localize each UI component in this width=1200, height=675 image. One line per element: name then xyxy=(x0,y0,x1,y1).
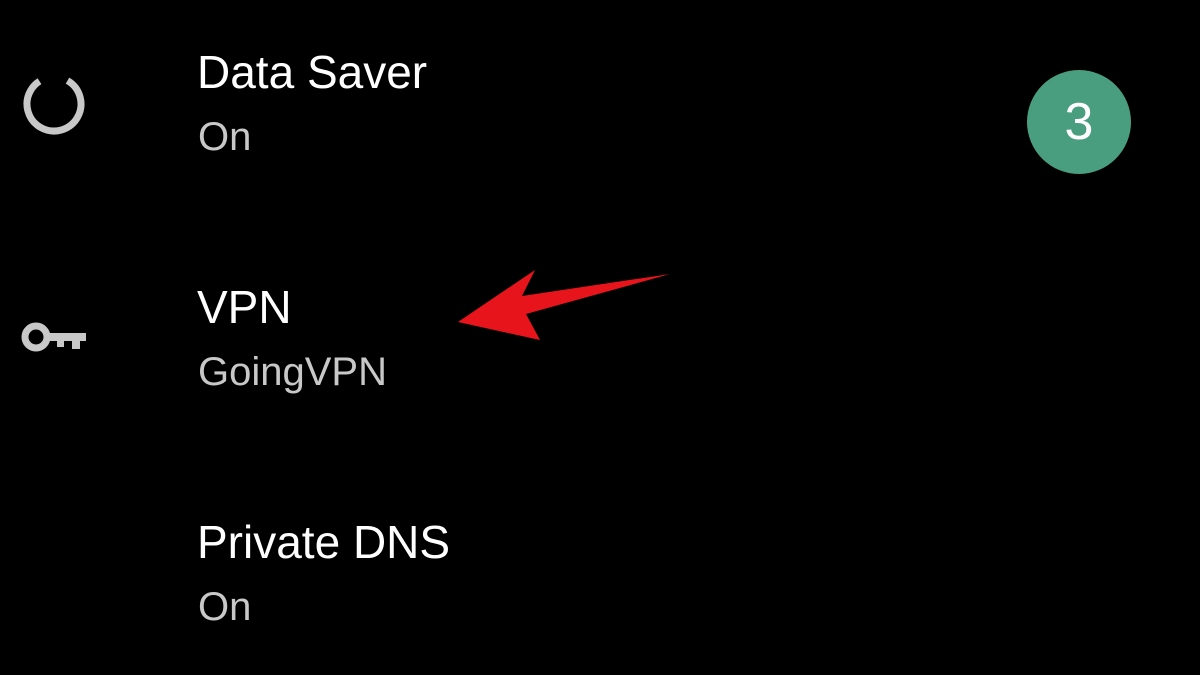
setting-title-private-dns: Private DNS xyxy=(197,516,451,568)
setting-item-private-dns[interactable]: Private DNS On xyxy=(0,500,1000,650)
pointer-arrow-annotation xyxy=(458,270,670,340)
data-saver-icon xyxy=(23,73,85,135)
setting-subtitle-private-dns: On xyxy=(198,585,252,629)
setting-subtitle-data-saver: On xyxy=(198,115,252,159)
setting-subtitle-vpn: GoingVPN xyxy=(198,350,387,394)
setting-item-data-saver[interactable]: Data Saver On xyxy=(0,30,1000,180)
setting-title-data-saver: Data Saver xyxy=(197,46,428,98)
key-icon xyxy=(21,322,86,352)
step-number-badge: 3 xyxy=(1027,70,1131,174)
setting-title-vpn: VPN xyxy=(197,281,292,333)
